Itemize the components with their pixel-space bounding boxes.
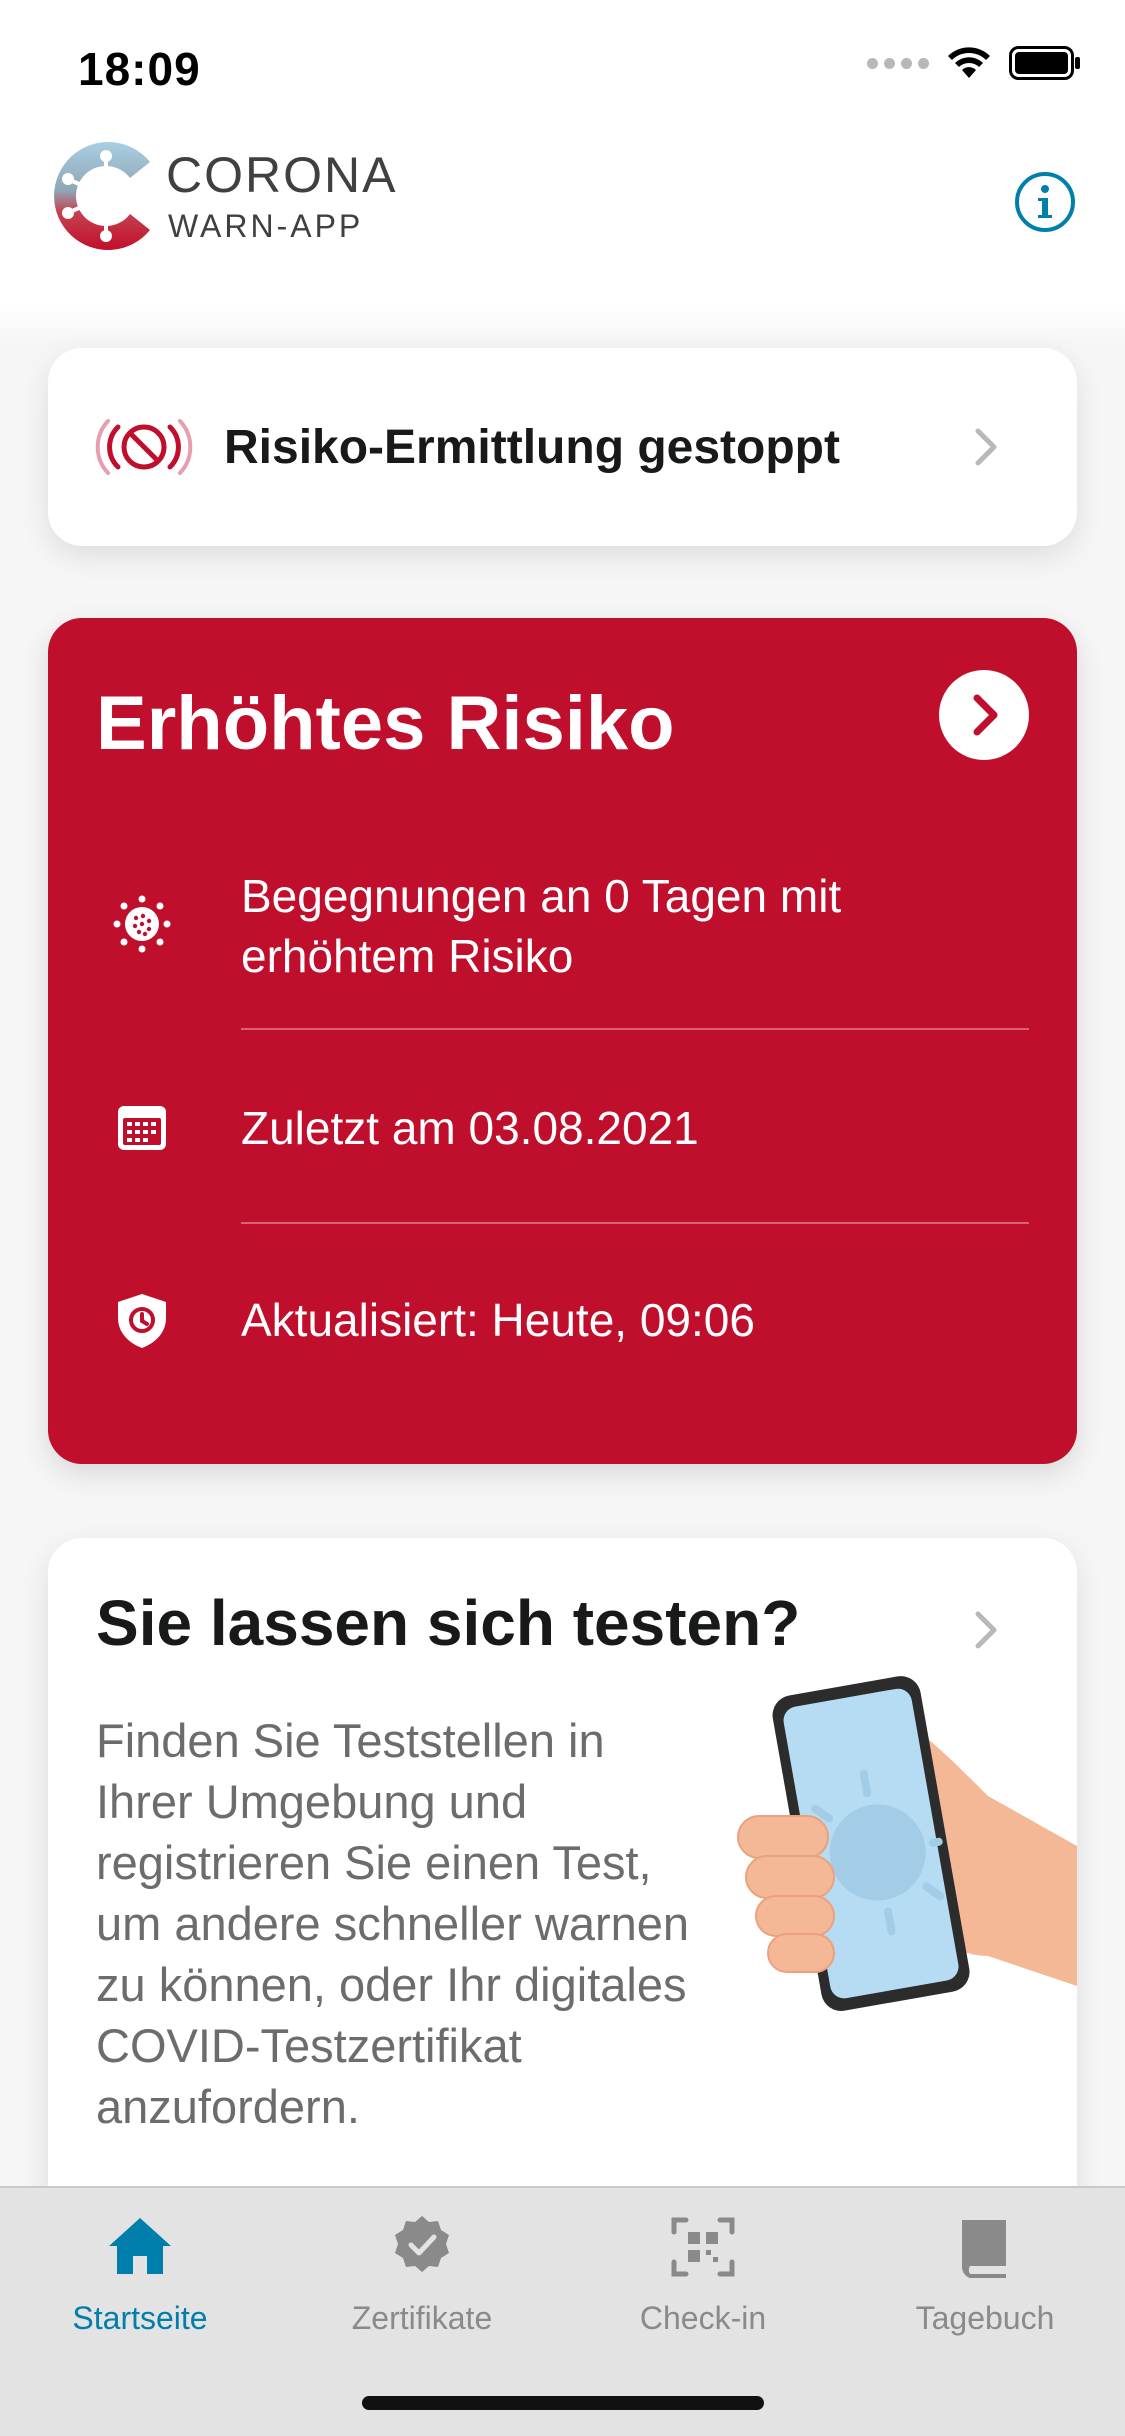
hand-holding-phone-illustration: [737, 1676, 1077, 2011]
chevron-right-icon: [975, 428, 997, 466]
chevron-right-icon: [975, 1611, 997, 1649]
cellular-signal-icon: [867, 57, 929, 69]
tab-zertifikate[interactable]: Zertifikate: [302, 2212, 542, 2352]
brand-title: CORONA: [166, 147, 398, 203]
tab-label: Tagebuch: [915, 2300, 1055, 2336]
home-indicator: [362, 2396, 764, 2410]
chevron-right-circle-icon[interactable]: [939, 670, 1029, 760]
header-fade: [0, 302, 1125, 342]
tab-label: Check-in: [639, 2300, 767, 2336]
encounters-text: Begegnungen an 0 Tagen mit erhöhtem Risi…: [241, 870, 842, 982]
tab-startseite[interactable]: Startseite: [20, 2212, 260, 2352]
get-tested-description: Finden Sie Teststellen in Ihrer Umgebung…: [96, 1714, 690, 2133]
wifi-icon: [948, 47, 990, 78]
tab-check-in[interactable]: Check-in: [583, 2212, 823, 2352]
brand-subtitle: WARN-APP: [168, 208, 364, 244]
status-bar: 18:09: [0, 0, 1125, 132]
certificate-icon: [395, 2216, 449, 2272]
battery-icon: [1009, 46, 1080, 80]
qr-scan-icon: [671, 2217, 735, 2277]
risk-status-card[interactable]: Erhöhtes Risiko Begegnungen an 0 Tagen m…: [48, 618, 1077, 1464]
last-exposure-date: Zuletzt am 03.08.2021: [241, 1102, 699, 1154]
home-icon: [109, 2218, 171, 2274]
info-icon[interactable]: [1013, 170, 1077, 234]
tab-tagebuch[interactable]: Tagebuch: [865, 2212, 1105, 2352]
get-tested-title: Sie lassen sich testen?: [96, 1587, 801, 1659]
divider: [241, 1028, 1029, 1030]
shield-clock-icon: [118, 1294, 166, 1348]
calendar-icon: [118, 1106, 166, 1150]
status-icons: [867, 46, 1081, 80]
last-updated-text: Aktualisiert: Heute, 09:06: [241, 1294, 755, 1346]
status-time: 18:09: [78, 43, 201, 95]
stopped-exposure-icon: [95, 419, 193, 475]
tab-label: Zertifikate: [351, 2300, 493, 2336]
risk-detection-stopped-label: Risiko-Ermittlung gestoppt: [224, 421, 840, 474]
risk-detection-stopped-card[interactable]: Risiko-Ermittlung gestoppt: [48, 348, 1077, 546]
get-tested-card[interactable]: Sie lassen sich testen? Finden Sie Tests…: [48, 1538, 1077, 2278]
app-header: CORONA WARN-APP: [0, 132, 1125, 302]
virus-icon: [113, 895, 171, 953]
corona-warn-app-logo: [54, 142, 150, 250]
diary-book-icon: [961, 2220, 1006, 2278]
divider: [241, 1222, 1029, 1224]
tab-label: Startseite: [72, 2300, 208, 2336]
risk-title: Erhöhtes Risiko: [96, 681, 675, 766]
